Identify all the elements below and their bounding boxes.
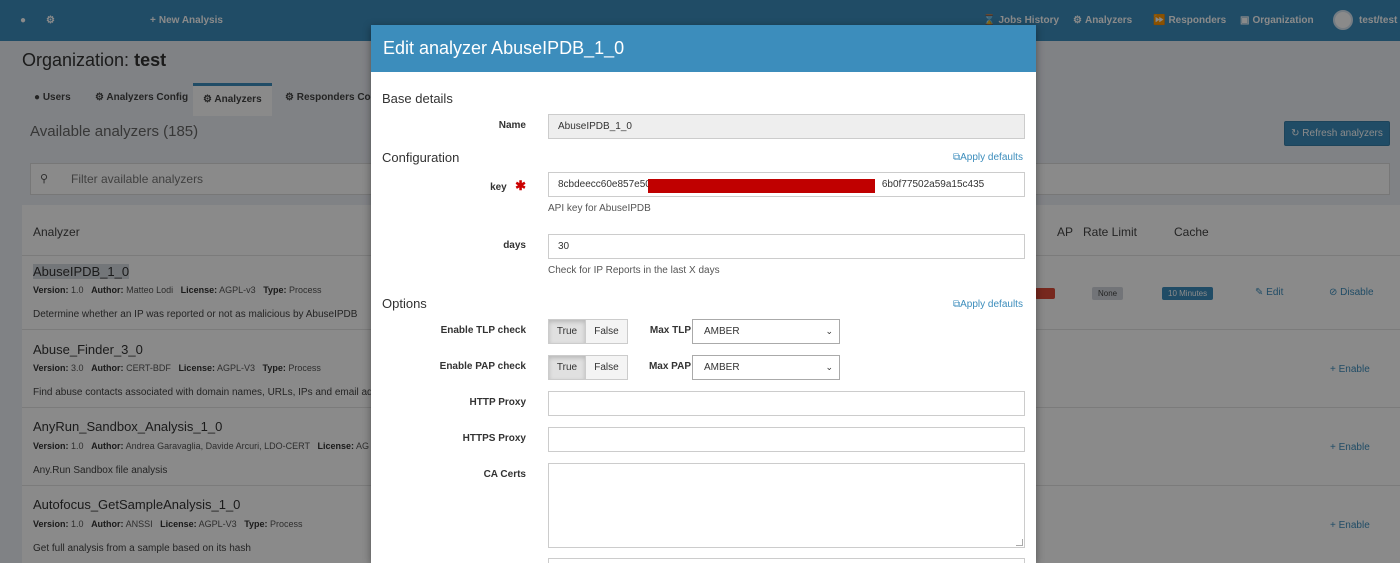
redaction-bar <box>648 179 875 193</box>
options-heading: Options <box>382 296 427 311</box>
tlp-false-button[interactable]: False <box>585 319 628 344</box>
resize-handle[interactable] <box>1016 539 1023 546</box>
name-field: AbuseIPDB_1_0 <box>548 114 1025 139</box>
required-asterisk-icon: ✱ <box>515 178 526 193</box>
enable-tlp-label: Enable TLP check <box>440 325 526 336</box>
days-label: days <box>503 240 526 251</box>
pap-toggle: True False <box>548 355 628 380</box>
tlp-true-button[interactable]: True <box>548 319 586 344</box>
configuration-heading: Configuration <box>382 150 460 165</box>
apply-defaults-options-button[interactable]: ⧉Apply defaults <box>953 299 1023 310</box>
https-proxy-field[interactable] <box>548 427 1025 452</box>
http-proxy-field[interactable] <box>548 391 1025 416</box>
pap-true-button[interactable]: True <box>548 355 586 380</box>
max-pap-select[interactable]: AMBER ⌄ <box>692 355 840 380</box>
max-pap-label: Max PAP <box>648 361 691 372</box>
key-help: API key for AbuseIPDB <box>548 203 651 214</box>
chevron-down-icon: ⌄ <box>825 326 833 336</box>
max-tlp-label: Max TLP <box>649 325 691 336</box>
name-label: Name <box>498 120 526 131</box>
days-field[interactable]: 30 <box>548 234 1025 259</box>
next-field[interactable] <box>548 558 1025 563</box>
ca-certs-label: CA Certs <box>483 469 526 480</box>
pap-false-button[interactable]: False <box>585 355 628 380</box>
days-help: Check for IP Reports in the last X days <box>548 265 720 276</box>
max-tlp-select[interactable]: AMBER ⌄ <box>692 319 840 344</box>
edit-analyzer-modal: Edit analyzer AbuseIPDB_1_0 Base details… <box>371 25 1036 563</box>
base-details-heading: Base details <box>382 91 453 106</box>
tlp-toggle: True False <box>548 319 628 344</box>
key-field[interactable]: 8cbdeecc60e857e50 6b0f77502a59a15c435 <box>548 172 1025 197</box>
apply-defaults-config-button[interactable]: ⧉Apply defaults <box>953 152 1023 163</box>
key-label: key ✱ <box>490 178 526 193</box>
enable-pap-label: Enable PAP check <box>439 361 526 372</box>
modal-title: Edit analyzer AbuseIPDB_1_0 <box>371 25 1036 72</box>
https-proxy-label: HTTPS Proxy <box>462 433 526 444</box>
ca-certs-textarea[interactable] <box>548 463 1025 548</box>
chevron-down-icon: ⌄ <box>825 362 833 372</box>
http-proxy-label: HTTP Proxy <box>469 397 527 408</box>
